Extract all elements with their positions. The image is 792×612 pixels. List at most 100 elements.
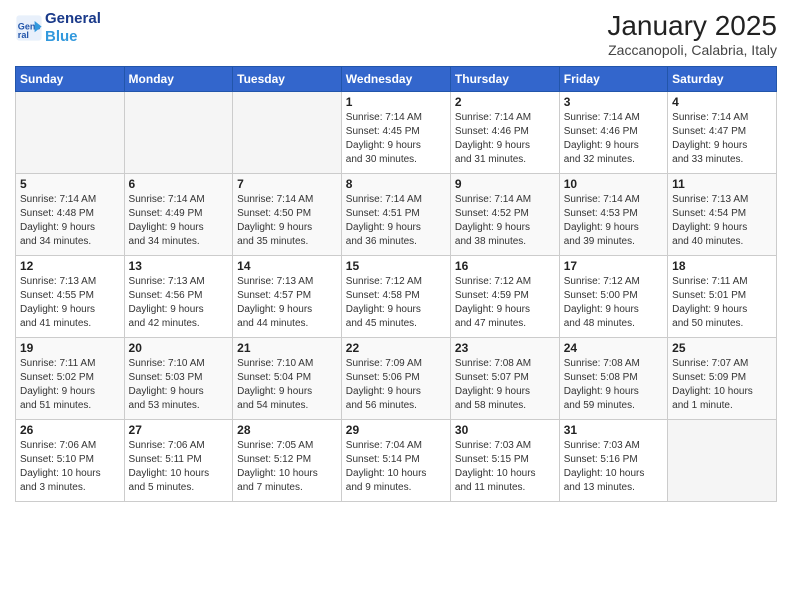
day-number-10: 10 xyxy=(564,177,663,191)
day-number-18: 18 xyxy=(672,259,772,273)
day-info-27: Sunrise: 7:06 AMSunset: 5:11 PMDaylight:… xyxy=(129,439,229,495)
day-number-25: 25 xyxy=(672,341,772,355)
day-number-24: 24 xyxy=(564,341,663,355)
title-block: January 2025 Zaccanopoli, Calabria, Ital… xyxy=(607,10,777,58)
day-info-14: Sunrise: 7:13 AMSunset: 4:57 PMDaylight:… xyxy=(237,275,337,331)
svg-text:ral: ral xyxy=(18,30,29,40)
day-cell-29: 29 Sunrise: 7:04 AMSunset: 5:14 PMDayligh… xyxy=(341,420,450,502)
day-info-9: Sunrise: 7:14 AMSunset: 4:52 PMDaylight:… xyxy=(455,193,555,249)
day-cell-25: 25 Sunrise: 7:07 AMSunset: 5:09 PMDayligh… xyxy=(668,338,777,420)
day-number-22: 22 xyxy=(346,341,446,355)
day-number-30: 30 xyxy=(455,423,555,437)
day-cell-5: 5 Sunrise: 7:14 AMSunset: 4:48 PMDaylight… xyxy=(16,174,125,256)
logo-icon: Gene ral xyxy=(15,14,43,42)
day-number-13: 13 xyxy=(129,259,229,273)
day-cell-28: 28Sunrise: 7:05 AMSunset: 5:12 PMDayligh… xyxy=(233,420,342,502)
day-cell-16: 16Sunrise: 7:12 AMSunset: 4:59 PMDayligh… xyxy=(450,256,559,338)
day-info-20: Sunrise: 7:10 AMSunset: 5:03 PMDaylight:… xyxy=(129,357,229,413)
day-cell-13: 13 Sunrise: 7:13 AMSunset: 4:56 PMDayligh… xyxy=(124,256,233,338)
day-cell-27: 27Sunrise: 7:06 AMSunset: 5:11 PMDayligh… xyxy=(124,420,233,502)
header: Gene ral General Blue January 2025 Zacca… xyxy=(15,10,777,58)
day-cell-23: 23 Sunrise: 7:08 AMSunset: 5:07 PMDayligh… xyxy=(450,338,559,420)
day-number-20: 20 xyxy=(129,341,229,355)
week-row-3: 12 Sunrise: 7:13 AMSunset: 4:55 PMDayligh… xyxy=(16,256,777,338)
day-info-23: Sunrise: 7:08 AMSunset: 5:07 PMDaylight:… xyxy=(455,357,555,413)
day-cell-19: 19 Sunrise: 7:11 AMSunset: 5:02 PMDayligh… xyxy=(16,338,125,420)
day-number-14: 14 xyxy=(237,259,337,273)
day-info-1: Sunrise: 7:14 AMSunset: 4:45 PMDaylight:… xyxy=(346,111,446,167)
empty-cell xyxy=(16,92,125,174)
day-info-15: Sunrise: 7:12 AMSunset: 4:58 PMDaylight:… xyxy=(346,275,446,331)
location: Zaccanopoli, Calabria, Italy xyxy=(607,42,777,58)
day-info-5: Sunrise: 7:14 AMSunset: 4:48 PMDaylight:… xyxy=(20,193,120,249)
day-info-6: Sunrise: 7:14 AMSunset: 4:49 PMDaylight:… xyxy=(129,193,229,249)
day-info-21: Sunrise: 7:10 AMSunset: 5:04 PMDaylight:… xyxy=(237,357,337,413)
day-cell-3: 3 Sunrise: 7:14 AMSunset: 4:46 PMDaylight… xyxy=(559,92,667,174)
empty-cell xyxy=(668,420,777,502)
day-number-3: 3 xyxy=(564,95,663,109)
day-cell-6: 6 Sunrise: 7:14 AMSunset: 4:49 PMDaylight… xyxy=(124,174,233,256)
day-info-4: Sunrise: 7:14 AMSunset: 4:47 PMDaylight:… xyxy=(672,111,772,167)
day-info-13: Sunrise: 7:13 AMSunset: 4:56 PMDaylight:… xyxy=(129,275,229,331)
day-info-16: Sunrise: 7:12 AMSunset: 4:59 PMDaylight:… xyxy=(455,275,555,331)
day-cell-26: 26Sunrise: 7:06 AMSunset: 5:10 PMDayligh… xyxy=(16,420,125,502)
day-cell-31: 31 Sunrise: 7:03 AMSunset: 5:16 PMDayligh… xyxy=(559,420,667,502)
day-number-19: 19 xyxy=(20,341,120,355)
calendar-header-row: SundayMondayTuesdayWednesdayThursdayFrid… xyxy=(16,67,777,92)
day-info-30: Sunrise: 7:03 AMSunset: 5:15 PMDaylight:… xyxy=(455,439,555,495)
day-info-31: Sunrise: 7:03 AMSunset: 5:16 PMDaylight:… xyxy=(564,439,663,495)
day-number-23: 23 xyxy=(455,341,555,355)
day-info-29: Sunrise: 7:04 AMSunset: 5:14 PMDaylight:… xyxy=(346,439,446,495)
weekday-header-thursday: Thursday xyxy=(450,67,559,92)
day-info-11: Sunrise: 7:13 AMSunset: 4:54 PMDaylight:… xyxy=(672,193,772,249)
day-number-4: 4 xyxy=(672,95,772,109)
weekday-header-friday: Friday xyxy=(559,67,667,92)
day-cell-7: 7 Sunrise: 7:14 AMSunset: 4:50 PMDaylight… xyxy=(233,174,342,256)
day-info-2: Sunrise: 7:14 AMSunset: 4:46 PMDaylight:… xyxy=(455,111,555,167)
day-info-12: Sunrise: 7:13 AMSunset: 4:55 PMDaylight:… xyxy=(20,275,120,331)
day-number-21: 21 xyxy=(237,341,337,355)
day-number-1: 1 xyxy=(346,95,446,109)
day-number-7: 7 xyxy=(237,177,337,191)
weekday-header-wednesday: Wednesday xyxy=(341,67,450,92)
day-number-29: 29 xyxy=(346,423,446,437)
day-info-22: Sunrise: 7:09 AMSunset: 5:06 PMDaylight:… xyxy=(346,357,446,413)
day-info-3: Sunrise: 7:14 AMSunset: 4:46 PMDaylight:… xyxy=(564,111,663,167)
day-cell-14: 14 Sunrise: 7:13 AMSunset: 4:57 PMDayligh… xyxy=(233,256,342,338)
day-number-8: 8 xyxy=(346,177,446,191)
day-number-5: 5 xyxy=(20,177,120,191)
day-number-6: 6 xyxy=(129,177,229,191)
weekday-header-sunday: Sunday xyxy=(16,67,125,92)
logo-text-line2: Blue xyxy=(45,28,101,46)
page: Gene ral General Blue January 2025 Zacca… xyxy=(0,0,792,612)
day-cell-17: 17Sunrise: 7:12 AMSunset: 5:00 PMDayligh… xyxy=(559,256,667,338)
day-cell-10: 10 Sunrise: 7:14 AMSunset: 4:53 PMDayligh… xyxy=(559,174,667,256)
day-info-25: Sunrise: 7:07 AMSunset: 5:09 PMDaylight:… xyxy=(672,357,772,413)
day-cell-20: 20 Sunrise: 7:10 AMSunset: 5:03 PMDayligh… xyxy=(124,338,233,420)
week-row-1: 1 Sunrise: 7:14 AMSunset: 4:45 PMDaylight… xyxy=(16,92,777,174)
day-cell-24: 24 Sunrise: 7:08 AMSunset: 5:08 PMDayligh… xyxy=(559,338,667,420)
day-cell-8: 8 Sunrise: 7:14 AMSunset: 4:51 PMDaylight… xyxy=(341,174,450,256)
month-title: January 2025 xyxy=(607,10,777,42)
day-cell-22: 22 Sunrise: 7:09 AMSunset: 5:06 PMDayligh… xyxy=(341,338,450,420)
empty-cell xyxy=(124,92,233,174)
week-row-4: 19 Sunrise: 7:11 AMSunset: 5:02 PMDayligh… xyxy=(16,338,777,420)
day-info-19: Sunrise: 7:11 AMSunset: 5:02 PMDaylight:… xyxy=(20,357,120,413)
day-number-2: 2 xyxy=(455,95,555,109)
day-number-12: 12 xyxy=(20,259,120,273)
day-info-8: Sunrise: 7:14 AMSunset: 4:51 PMDaylight:… xyxy=(346,193,446,249)
day-cell-4: 4 Sunrise: 7:14 AMSunset: 4:47 PMDaylight… xyxy=(668,92,777,174)
day-info-17: Sunrise: 7:12 AMSunset: 5:00 PMDaylight:… xyxy=(564,275,663,331)
day-number-28: 28 xyxy=(237,423,337,437)
day-number-31: 31 xyxy=(564,423,663,437)
day-number-11: 11 xyxy=(672,177,772,191)
day-info-18: Sunrise: 7:11 AMSunset: 5:01 PMDaylight:… xyxy=(672,275,772,331)
day-info-10: Sunrise: 7:14 AMSunset: 4:53 PMDaylight:… xyxy=(564,193,663,249)
weekday-header-monday: Monday xyxy=(124,67,233,92)
logo-text-line1: General xyxy=(45,10,101,28)
day-info-24: Sunrise: 7:08 AMSunset: 5:08 PMDaylight:… xyxy=(564,357,663,413)
day-info-7: Sunrise: 7:14 AMSunset: 4:50 PMDaylight:… xyxy=(237,193,337,249)
day-number-26: 26 xyxy=(20,423,120,437)
empty-cell xyxy=(233,92,342,174)
week-row-2: 5 Sunrise: 7:14 AMSunset: 4:48 PMDaylight… xyxy=(16,174,777,256)
